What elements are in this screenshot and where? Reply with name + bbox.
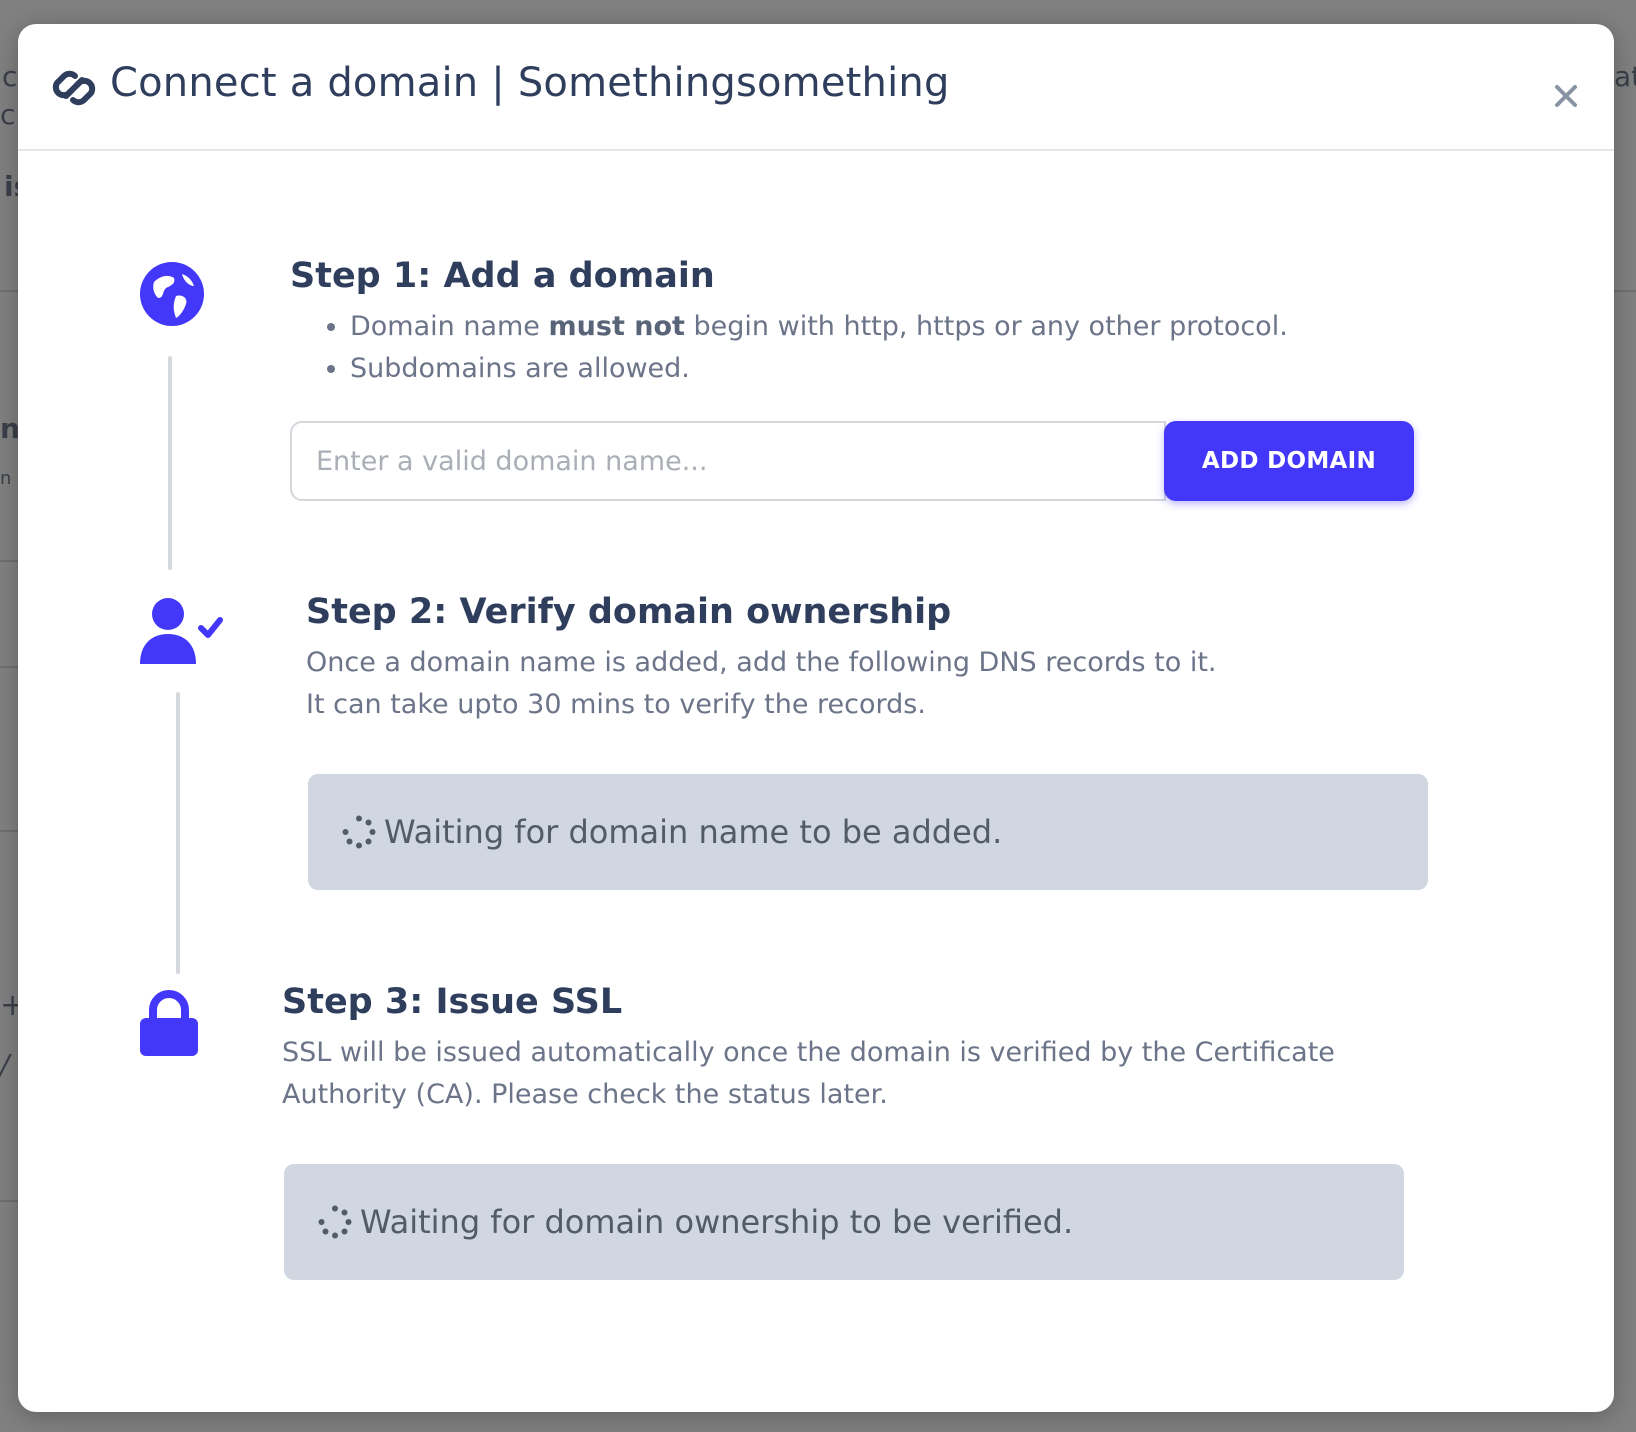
bullet-text: Domain name bbox=[350, 311, 549, 342]
timeline-connector bbox=[168, 356, 172, 570]
background-text: c bbox=[2, 60, 18, 93]
background-divider bbox=[0, 830, 18, 832]
background-divider bbox=[0, 1200, 18, 1202]
background-divider bbox=[0, 290, 18, 292]
list-item: Subdomains are allowed. bbox=[350, 348, 1288, 390]
dns-status-box: Waiting for domain name to be added. bbox=[308, 774, 1428, 890]
modal-header: Connect a domain | Somethingsomething bbox=[18, 24, 1614, 151]
step-2-line: Once a domain name is added, add the fol… bbox=[306, 647, 1217, 678]
ssl-status-box: Waiting for domain ownership to be verif… bbox=[284, 1164, 1404, 1280]
add-domain-button[interactable]: ADD DOMAIN bbox=[1164, 421, 1414, 501]
step-3-title: Step 3: Issue SSL bbox=[282, 982, 623, 1022]
bullet-emphasis: must not bbox=[548, 311, 685, 342]
status-message: Waiting for domain ownership to be verif… bbox=[360, 1203, 1074, 1241]
background-divider bbox=[1614, 290, 1636, 292]
globe-icon bbox=[140, 262, 204, 330]
list-item: Domain name must not begin with http, ht… bbox=[350, 306, 1288, 348]
step-2-description: Once a domain name is added, add the fol… bbox=[306, 642, 1406, 726]
user-check-icon bbox=[140, 598, 224, 668]
step-3-description: SSL will be issued automatically once th… bbox=[282, 1037, 1335, 1110]
status-message: Waiting for domain name to be added. bbox=[384, 813, 1003, 851]
spinner-icon bbox=[342, 815, 376, 849]
background-text: / bbox=[0, 1048, 10, 1081]
connect-domain-modal: Connect a domain | Somethingsomething St… bbox=[18, 24, 1614, 1412]
background-text: at bbox=[1614, 60, 1636, 93]
step-2-title: Step 2: Verify domain ownership bbox=[306, 592, 952, 632]
link-icon bbox=[48, 62, 100, 114]
background-divider bbox=[0, 560, 18, 562]
close-icon[interactable] bbox=[1546, 76, 1586, 116]
timeline-connector bbox=[176, 692, 180, 974]
modal-title: Connect a domain | Somethingsomething bbox=[110, 60, 950, 106]
domain-name-input[interactable] bbox=[290, 421, 1166, 501]
background-text: n bbox=[0, 468, 12, 489]
background-divider bbox=[0, 666, 18, 668]
step-2-line: It can take upto 30 mins to verify the r… bbox=[306, 689, 926, 720]
lock-icon bbox=[140, 990, 198, 1060]
bullet-text: begin with http, https or any other prot… bbox=[684, 311, 1288, 342]
spinner-icon bbox=[318, 1205, 352, 1239]
step-1-bullet-list: Domain name must not begin with http, ht… bbox=[290, 306, 1288, 390]
step-1-title: Step 1: Add a domain bbox=[290, 256, 715, 296]
background-text: n bbox=[0, 412, 20, 445]
